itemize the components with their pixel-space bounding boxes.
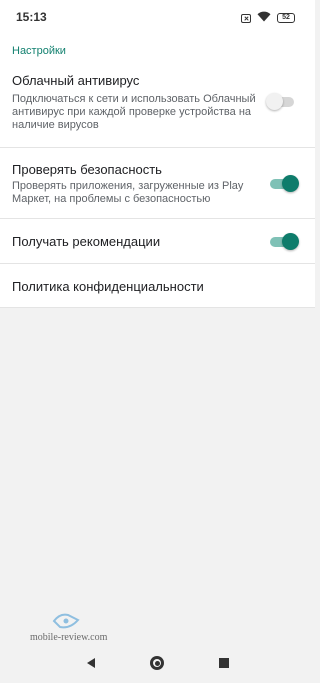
status-bar: 15:13 52 [0, 0, 315, 33]
back-icon[interactable] [87, 658, 95, 668]
recommendations-toggle[interactable] [268, 231, 300, 251]
watermark: mobile-review.com [30, 612, 110, 648]
toggle-thumb [266, 93, 283, 110]
pref-summary: Подключаться к сети и использовать Облач… [12, 93, 256, 131]
settings-screen: Настройки Облачный антивирус Подключатьс… [0, 33, 315, 308]
recents-icon[interactable] [219, 658, 229, 668]
status-icons: 52 [241, 9, 295, 27]
pref-check-security[interactable]: Проверять безопасность Проверять приложе… [0, 148, 315, 218]
pref-cloud-antivirus[interactable]: Облачный антивирус Подключаться к сети и… [0, 65, 315, 147]
status-time: 15:13 [16, 10, 47, 24]
pref-title: Проверять безопасность [12, 162, 162, 177]
wifi-icon [257, 9, 271, 27]
toggle-thumb [282, 233, 299, 250]
divider [0, 307, 315, 308]
check-security-toggle[interactable] [268, 173, 300, 193]
pref-title: Облачный антивирус [12, 73, 140, 88]
pref-summary: Проверять приложения, загруженные из Pla… [12, 180, 244, 205]
watermark-text: mobile-review.com [30, 632, 108, 643]
sim-off-icon [241, 13, 251, 23]
pref-title: Получать рекомендации [12, 234, 161, 249]
navigation-bar [0, 648, 315, 683]
section-header: Настройки [12, 45, 66, 57]
home-icon-dot [154, 660, 160, 666]
battery-icon: 52 [277, 13, 295, 23]
pref-title: Политика конфиденциальности [12, 279, 204, 294]
pref-privacy-policy[interactable]: Политика конфиденциальности [0, 264, 315, 307]
home-icon[interactable] [150, 656, 164, 670]
cloud-antivirus-toggle[interactable] [266, 91, 298, 111]
toggle-thumb [282, 175, 299, 192]
pref-get-recommendations[interactable]: Получать рекомендации [0, 219, 315, 263]
